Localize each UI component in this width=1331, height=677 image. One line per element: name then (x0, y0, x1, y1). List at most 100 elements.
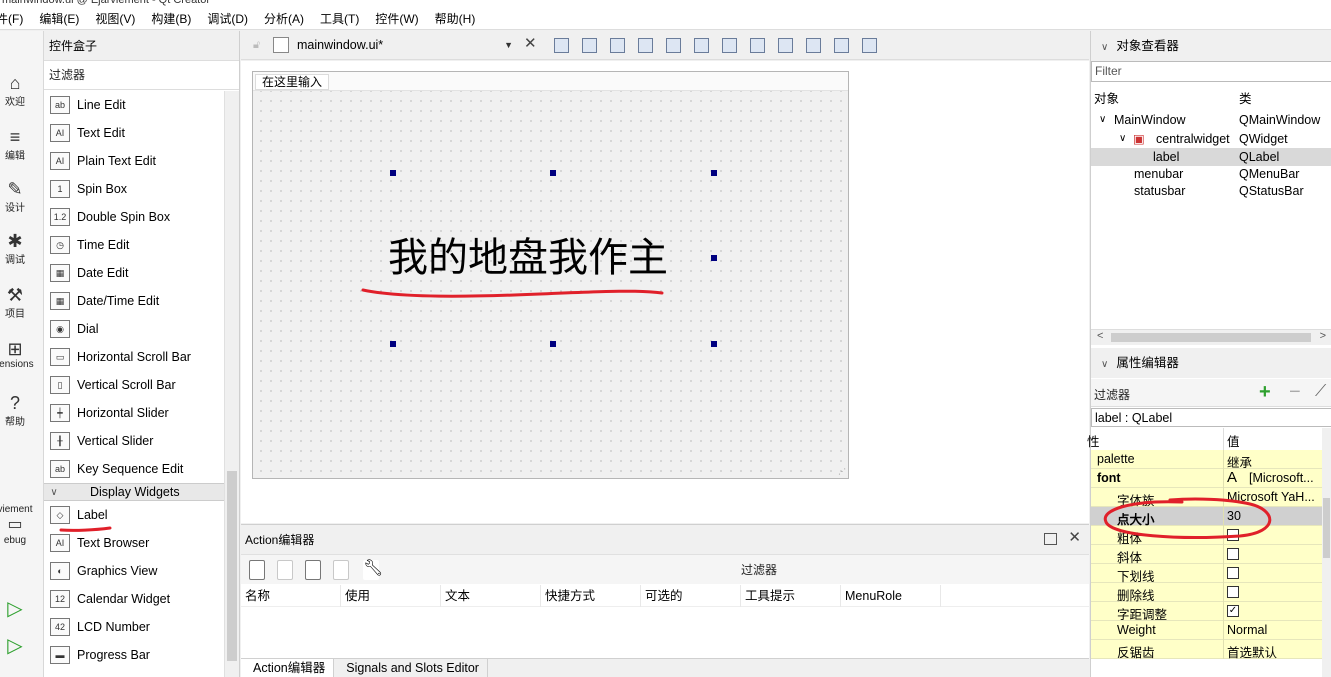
menu-item[interactable]: 帮助(H) (427, 10, 484, 27)
property-checkbox[interactable] (1227, 529, 1239, 541)
property-checkbox[interactable]: ✓ (1227, 605, 1239, 617)
menu-item[interactable]: 视图(V) (87, 10, 143, 27)
widget-item[interactable]: ┿ Horizontal Slider (44, 399, 225, 427)
property-row[interactable]: 斜体 (1091, 545, 1331, 565)
property-row[interactable]: palette 继承 (1091, 450, 1331, 470)
object-tree-row[interactable]: ∨ MainWindow QMainWindow (1091, 111, 1331, 129)
mode-0[interactable]: ⌂ 欢迎 (0, 73, 44, 108)
layout-tool-icon[interactable] (778, 38, 793, 53)
property-row[interactable]: 点大小 30 (1091, 507, 1331, 527)
widget-item[interactable]: ◇ Label (44, 501, 225, 529)
widget-box-scrollbar[interactable] (224, 91, 239, 677)
menu-item[interactable]: 构建(B) (143, 10, 199, 27)
delete-icon[interactable] (333, 560, 349, 580)
bottom-tab[interactable]: Action编辑器 (241, 659, 335, 677)
property-checkbox[interactable] (1227, 567, 1239, 579)
property-row[interactable]: 下划线 (1091, 564, 1331, 584)
action-column-header[interactable]: 文本 (441, 584, 541, 607)
widget-item[interactable]: 12 Calendar Widget (44, 585, 225, 613)
layout-tool-icon[interactable] (834, 38, 849, 53)
property-row[interactable]: font A [Microsoft... (1091, 469, 1331, 488)
object-tree-row[interactable]: statusbar QStatusBar (1091, 182, 1331, 200)
mode-5[interactable]: ⊞ tensions (0, 339, 44, 370)
paste-icon[interactable] (305, 560, 321, 580)
resize-handle[interactable] (390, 170, 396, 176)
widget-item[interactable]: ▭ Horizontal Scroll Bar (44, 343, 225, 371)
property-value[interactable]: 首选默认 (1227, 642, 1277, 661)
menu-item[interactable]: 工具(T) (312, 10, 367, 27)
chevron-down-icon[interactable]: ∨ (1119, 130, 1126, 148)
bottom-tab[interactable]: Signals and Slots Editor (334, 659, 488, 677)
property-row[interactable]: 字距调整 ✓ (1091, 602, 1331, 622)
resize-handle[interactable] (711, 255, 717, 261)
run-button[interactable]: ▷ (0, 599, 44, 619)
widget-item[interactable]: ╂ Vertical Slider (44, 427, 225, 455)
widget-item[interactable]: AI Text Browser (44, 529, 225, 557)
object-tree-row[interactable]: menubar QMenuBar (1091, 165, 1331, 183)
property-value[interactable]: 30 (1227, 509, 1241, 523)
property-editor-title[interactable]: ∨ 属性编辑器 (1091, 348, 1331, 378)
action-column-header[interactable]: 可选的 (641, 584, 741, 607)
layout-tool-icon[interactable] (806, 38, 821, 53)
property-row[interactable]: 删除线 (1091, 583, 1331, 603)
property-editor-scrollbar[interactable] (1322, 428, 1331, 677)
widget-item[interactable]: ▦ Date/Time Edit (44, 287, 225, 315)
object-tree-row[interactable]: ∨ ▣ centralwidget QWidget (1091, 130, 1331, 148)
chevron-down-icon[interactable]: ∨ (1099, 111, 1106, 129)
property-value[interactable]: [Microsoft... (1249, 471, 1314, 485)
property-checkbox[interactable] (1227, 548, 1239, 560)
resize-handle[interactable] (550, 170, 556, 176)
document-selector[interactable]: 🔓︎ mainwindow.ui* ▼ (253, 34, 517, 56)
widget-item[interactable]: AI Text Edit (44, 119, 225, 147)
widget-item[interactable]: ▬ Progress Bar (44, 641, 225, 669)
form-canvas[interactable]: 在这里输入 我的地盘我作主 ⋰ (252, 71, 849, 479)
action-column-header[interactable]: 快捷方式 (541, 584, 641, 607)
widget-item[interactable]: 1 Spin Box (44, 175, 225, 203)
action-column-header[interactable]: 使用 (341, 584, 441, 607)
widget-item[interactable]: ◐ Graphics View (44, 557, 225, 585)
widget-item[interactable]: ▦ Date Edit (44, 259, 225, 287)
action-column-header[interactable]: MenuRole (841, 584, 941, 607)
debug-run-button[interactable]: ▷ (0, 636, 44, 656)
object-tree-row[interactable]: label QLabel (1091, 148, 1331, 166)
mode-2[interactable]: ✎ 设计 (0, 179, 44, 214)
mode-4[interactable]: ⚒ 项目 (0, 285, 44, 320)
resize-grip-icon[interactable]: ⋰ (838, 468, 846, 476)
property-row[interactable]: Weight Normal (1091, 621, 1331, 640)
widget-category[interactable]: ∨ Display Widgets (44, 483, 225, 501)
chevron-down-icon[interactable]: ∨ (1101, 359, 1108, 370)
object-inspector-scrollbar[interactable]: < > (1091, 329, 1331, 345)
layout-tool-icon[interactable] (750, 38, 765, 53)
widget-item[interactable]: ◉ Dial (44, 315, 225, 343)
action-filter[interactable]: 过滤器 (741, 561, 777, 578)
layout-tool-icon[interactable] (722, 38, 737, 53)
remove-property-icon[interactable]: − (1289, 382, 1301, 402)
layout-tool-icon[interactable] (666, 38, 681, 53)
action-column-header[interactable]: 工具提示 (741, 584, 841, 607)
chevron-down-icon[interactable]: ▼ (504, 40, 513, 50)
chevron-down-icon[interactable]: ∨ (1101, 42, 1108, 53)
menu-item[interactable]: 调试(D) (199, 10, 256, 27)
scrollbar-thumb[interactable] (227, 471, 237, 661)
float-icon[interactable] (1044, 533, 1057, 545)
menu-item[interactable]: 分析(A) (256, 10, 312, 27)
close-icon[interactable]: ✕ (1068, 530, 1081, 546)
widget-item[interactable]: ▯ Vertical Scroll Bar (44, 371, 225, 399)
menu-item[interactable]: 控件(W) (367, 10, 426, 27)
widget-item[interactable]: 1.2 Double Spin Box (44, 203, 225, 231)
object-inspector-title[interactable]: ∨ 对象查看器 (1091, 31, 1331, 61)
resize-handle[interactable] (711, 341, 717, 347)
layout-tool-icon[interactable] (638, 38, 653, 53)
widget-item[interactable]: AI Plain Text Edit (44, 147, 225, 175)
resize-handle[interactable] (390, 341, 396, 347)
menu-item[interactable]: 件(F) (0, 10, 31, 27)
copy-icon[interactable] (277, 560, 293, 580)
mode-6[interactable]: ? 帮助 (0, 393, 44, 428)
layout-tool-icon[interactable] (862, 38, 877, 53)
property-row[interactable]: 反锯齿 首选默认 (1091, 640, 1331, 661)
kit-selector[interactable]: viement ▭ ebug (0, 504, 44, 546)
mode-1[interactable]: ≡ 编辑 (0, 127, 44, 162)
widget-item[interactable]: ◷ Time Edit (44, 231, 225, 259)
menu-item[interactable]: 编辑(E) (31, 10, 87, 27)
close-document-button[interactable]: ✕ (524, 36, 537, 52)
